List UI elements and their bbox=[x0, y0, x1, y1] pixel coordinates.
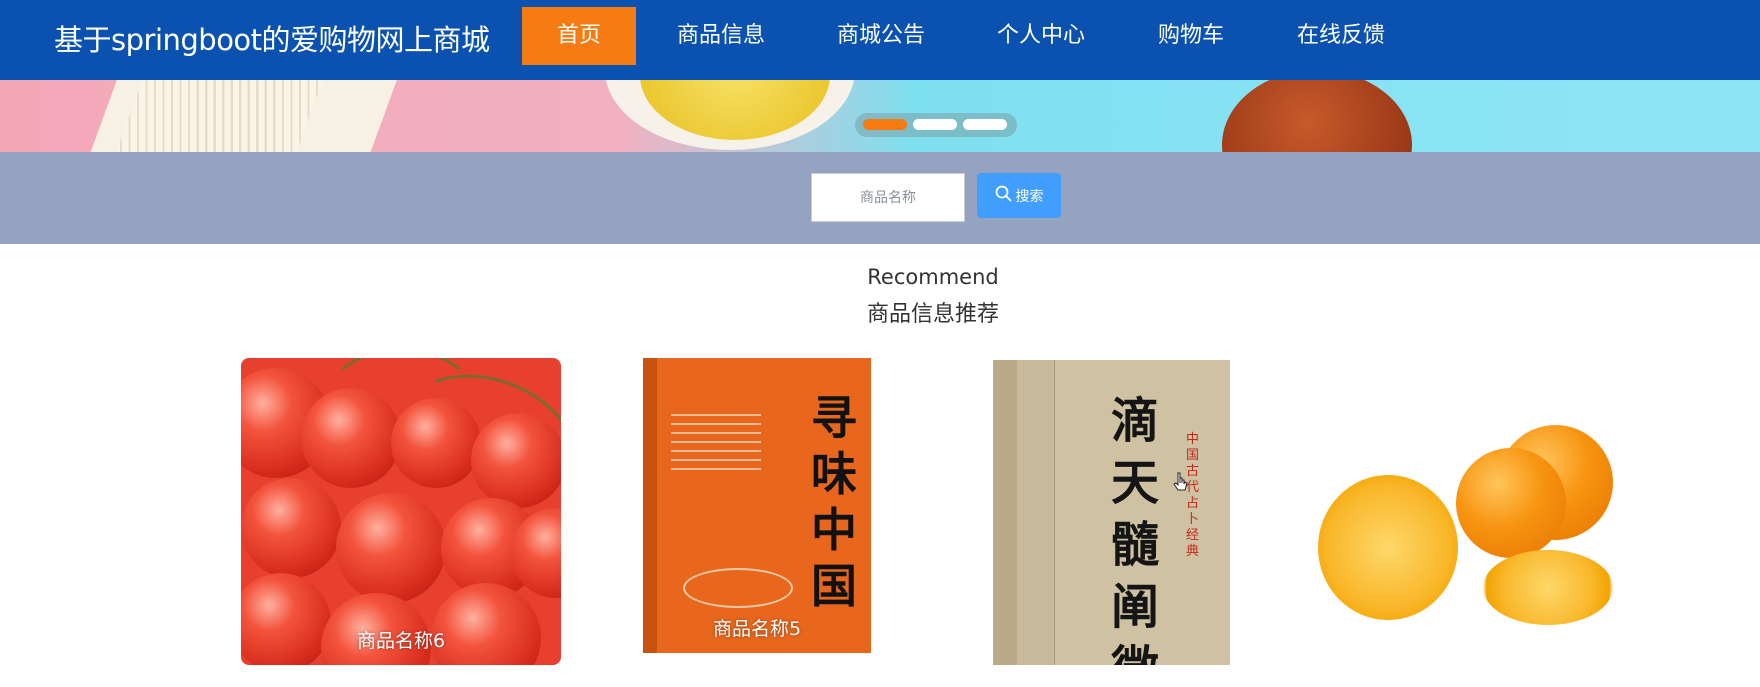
nav-item-cart[interactable]: 购物车 bbox=[1126, 7, 1256, 65]
product-card[interactable]: 滴天髓阐微 中国古代占卜经典 bbox=[993, 360, 1230, 665]
banner-image-noodles bbox=[113, 80, 327, 152]
nav-item-products[interactable]: 商品信息 bbox=[636, 7, 806, 65]
nav-item-announcements[interactable]: 商城公告 bbox=[806, 7, 956, 65]
orange-half bbox=[1318, 475, 1458, 620]
search-button-label: 搜索 bbox=[1015, 188, 1044, 205]
main-nav: 首页 商品信息 商城公告 个人中心 购物车 在线反馈 bbox=[522, 7, 1426, 65]
recommend-title-cn: 商品信息推荐 bbox=[866, 302, 999, 327]
recommend-title-en: Recommend bbox=[867, 265, 999, 289]
top-header: 基于springboot的爱购物网上商城 首页 商品信息 商城公告 个人中心 购… bbox=[0, 0, 1760, 80]
carousel-dot-3[interactable] bbox=[963, 119, 1007, 130]
cherry bbox=[471, 413, 561, 508]
cherry bbox=[301, 388, 401, 488]
book-cover-title: 寻味中国 bbox=[811, 391, 857, 613]
book-spine bbox=[643, 358, 657, 653]
cherry bbox=[391, 398, 481, 488]
product-card[interactable]: 寻味中国 商品名称5 bbox=[643, 358, 871, 653]
book-spine bbox=[1017, 360, 1055, 665]
banner-image-bowl bbox=[1222, 80, 1412, 152]
cherry bbox=[336, 493, 446, 603]
nav-item-user-center[interactable]: 个人中心 bbox=[956, 7, 1126, 65]
carousel-indicators bbox=[855, 113, 1017, 137]
book-illustration bbox=[683, 568, 793, 608]
book-spine bbox=[993, 360, 1017, 665]
carousel-dot-2[interactable] bbox=[913, 119, 957, 130]
product-card[interactable]: 商品名称6 bbox=[241, 358, 561, 665]
nav-item-feedback[interactable]: 在线反馈 bbox=[1256, 7, 1426, 65]
orange-slice bbox=[1483, 550, 1613, 625]
orange bbox=[1456, 448, 1566, 558]
search-input[interactable] bbox=[811, 173, 965, 222]
search-button[interactable]: 搜索 bbox=[977, 173, 1061, 218]
carousel-dot-1[interactable] bbox=[863, 119, 907, 130]
product-card[interactable] bbox=[1308, 360, 1623, 662]
mouse-cursor-icon bbox=[1173, 472, 1189, 496]
product-name: 商品名称5 bbox=[712, 618, 802, 640]
search-icon bbox=[995, 185, 1012, 206]
nav-item-home[interactable]: 首页 bbox=[522, 7, 636, 65]
book-cover-title: 滴天髓阐微 bbox=[1111, 393, 1160, 665]
book-small-text bbox=[671, 414, 761, 474]
cherry bbox=[241, 478, 341, 578]
product-name: 商品名称6 bbox=[356, 630, 446, 652]
site-title[interactable]: 基于springboot的爱购物网上商城 bbox=[54, 17, 490, 59]
